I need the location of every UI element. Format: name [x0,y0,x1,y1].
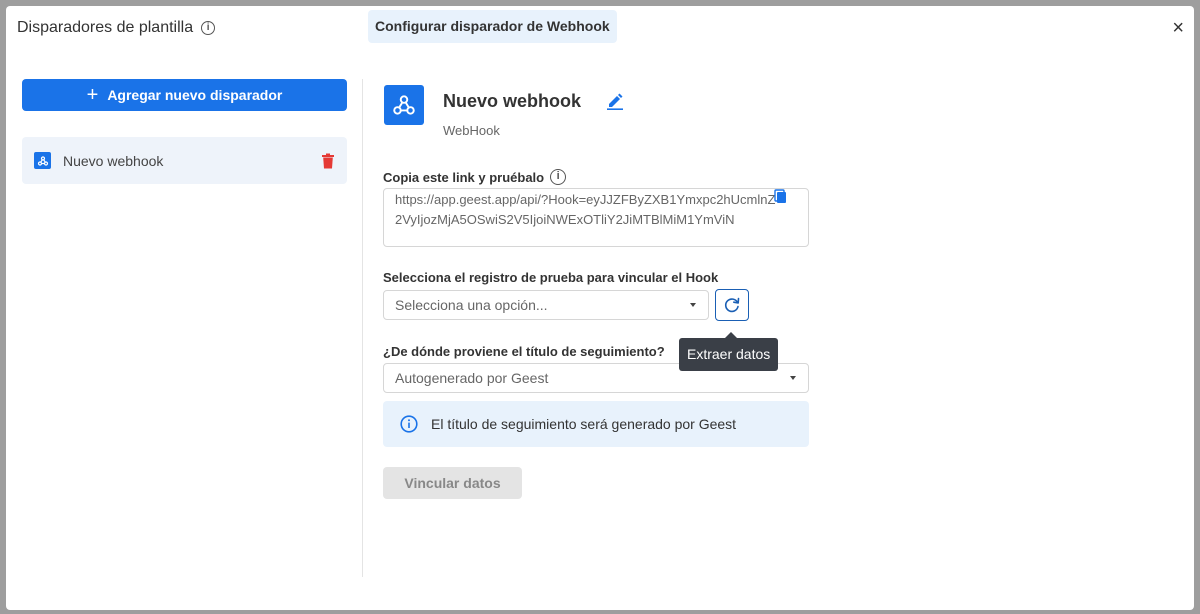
info-icon[interactable]: i [201,21,216,35]
panel-divider [362,79,363,577]
info-alert-text: El título de seguimiento será generado p… [431,416,737,432]
webhook-name: Nuevo webhook [443,91,582,111]
test-record-placeholder: Selecciona una opción... [395,297,548,313]
refresh-icon [724,297,740,313]
refresh-tooltip: Extraer datos [679,338,779,371]
edit-pencil-icon[interactable] [606,92,624,110]
info-alert: El título de seguimiento será generado p… [383,401,809,447]
trash-icon[interactable] [321,153,335,169]
link-data-button[interactable]: Vincular datos [383,467,522,499]
info-icon[interactable]: i [550,169,567,185]
title-source-label: ¿De dónde proviene el título de seguimie… [383,344,665,359]
copy-icon[interactable] [774,189,788,205]
info-icon [400,415,418,433]
trigger-modal: Disparadores de plantilla i Configurar d… [6,6,1194,610]
webhook-type: WebHook [443,123,500,138]
modal-title-text: Disparadores de plantilla [17,19,194,36]
sidebar-item-webhook[interactable]: Nuevo webhook [22,137,347,184]
test-record-label: Selecciona el registro de prueba para vi… [383,270,719,285]
link-label-text: Copia este link y pruébalo [383,169,545,185]
webhook-icon-large [384,85,424,125]
title-source-value: Autogenerado por Geest [395,370,549,386]
sidebar-item-label: Nuevo webhook [63,152,164,169]
tab-configure-webhook[interactable]: Configurar disparador de Webhook [368,10,617,43]
chevron-down-icon [690,303,696,307]
add-trigger-button[interactable]: + Agregar nuevo disparador [22,79,347,111]
modal-title: Disparadores de plantilla i [17,19,216,37]
close-button[interactable]: × [1172,17,1184,40]
chevron-down-icon [790,376,796,380]
webhook-link-field[interactable]: https://app.geest.app/api/?Hook=eyJJZFBy… [383,188,809,247]
link-label: Copia este link y pruébalo i [383,169,567,185]
webhook-icon [34,152,51,169]
plus-icon: + [86,84,99,106]
refresh-button[interactable] [715,289,749,321]
add-trigger-label: Agregar nuevo disparador [107,87,283,103]
test-record-select[interactable]: Selecciona una opción... [383,290,709,320]
